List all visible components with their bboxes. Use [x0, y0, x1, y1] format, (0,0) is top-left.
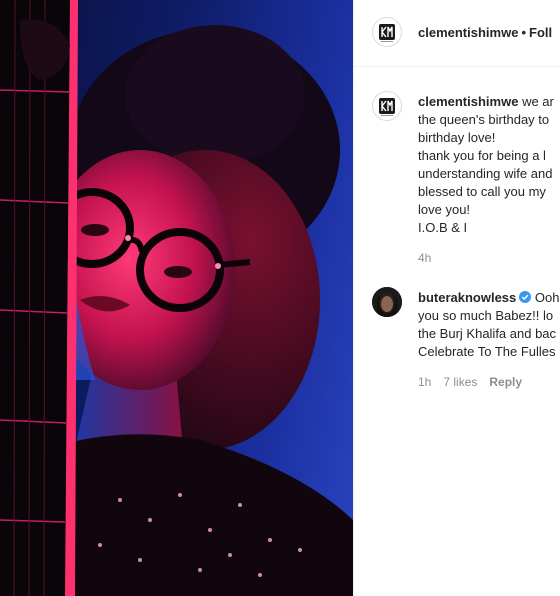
- caption-line: birthday love!: [418, 130, 496, 145]
- header-user-line: clementishimwe • Foll: [418, 25, 552, 40]
- caption-line: we ar: [522, 94, 554, 109]
- photo-artwork: [0, 0, 353, 596]
- comment-reply-button[interactable]: Reply: [489, 375, 522, 389]
- caption-timestamp[interactable]: 4h: [418, 251, 431, 265]
- km-monogram-logo-icon: [379, 98, 395, 116]
- caption-line: love you!: [418, 202, 471, 217]
- caption-meta: 4h: [418, 251, 443, 265]
- comment-line: the Burj Khalifa and bac: [418, 326, 557, 341]
- caption-line: the queen's birthday to: [418, 112, 550, 127]
- caption-avatar[interactable]: [372, 91, 402, 121]
- comment-first-line: buteraknowless Ooh: [418, 289, 560, 307]
- caption-line: I.O.B & I: [418, 220, 468, 235]
- user-photo-avatar: [372, 287, 402, 317]
- comment-username[interactable]: buteraknowless: [418, 290, 516, 305]
- post-header: clementishimwe • Foll: [354, 0, 560, 67]
- post-photo[interactable]: [0, 0, 353, 596]
- caption-line: understanding wife and: [418, 166, 553, 181]
- comment-line: Ooh: [534, 290, 560, 305]
- km-monogram-logo-icon: [379, 24, 395, 42]
- caption-username[interactable]: clementishimwe: [418, 94, 518, 109]
- verified-badge-icon: [519, 291, 532, 303]
- header-separator: •: [521, 25, 526, 40]
- follow-button[interactable]: Foll: [529, 25, 552, 40]
- comment-avatar[interactable]: [372, 287, 402, 317]
- post-side-panel: clementishimwe • Foll clementishimwe we ar…: [353, 0, 560, 596]
- caption-line: blessed to call you my: [418, 184, 546, 199]
- comment-timestamp[interactable]: 1h: [418, 375, 431, 389]
- header-avatar[interactable]: [372, 17, 402, 47]
- comment-likes[interactable]: 7 likes: [443, 375, 477, 389]
- comment-meta: 1h 7 likes Reply: [418, 375, 534, 389]
- comment-item: buteraknowless Ooh you so much Babez!! l…: [418, 289, 560, 361]
- caption-first-line: clementishimwe we ar: [418, 93, 560, 111]
- post-caption: clementishimwe we ar the queen's birthda…: [418, 93, 560, 237]
- comment-line: Celebrate To The Fulles: [418, 344, 556, 359]
- caption-line: thank you for being a l: [418, 148, 546, 163]
- header-username[interactable]: clementishimwe: [418, 25, 518, 40]
- comment-line: you so much Babez!! lo: [418, 308, 554, 323]
